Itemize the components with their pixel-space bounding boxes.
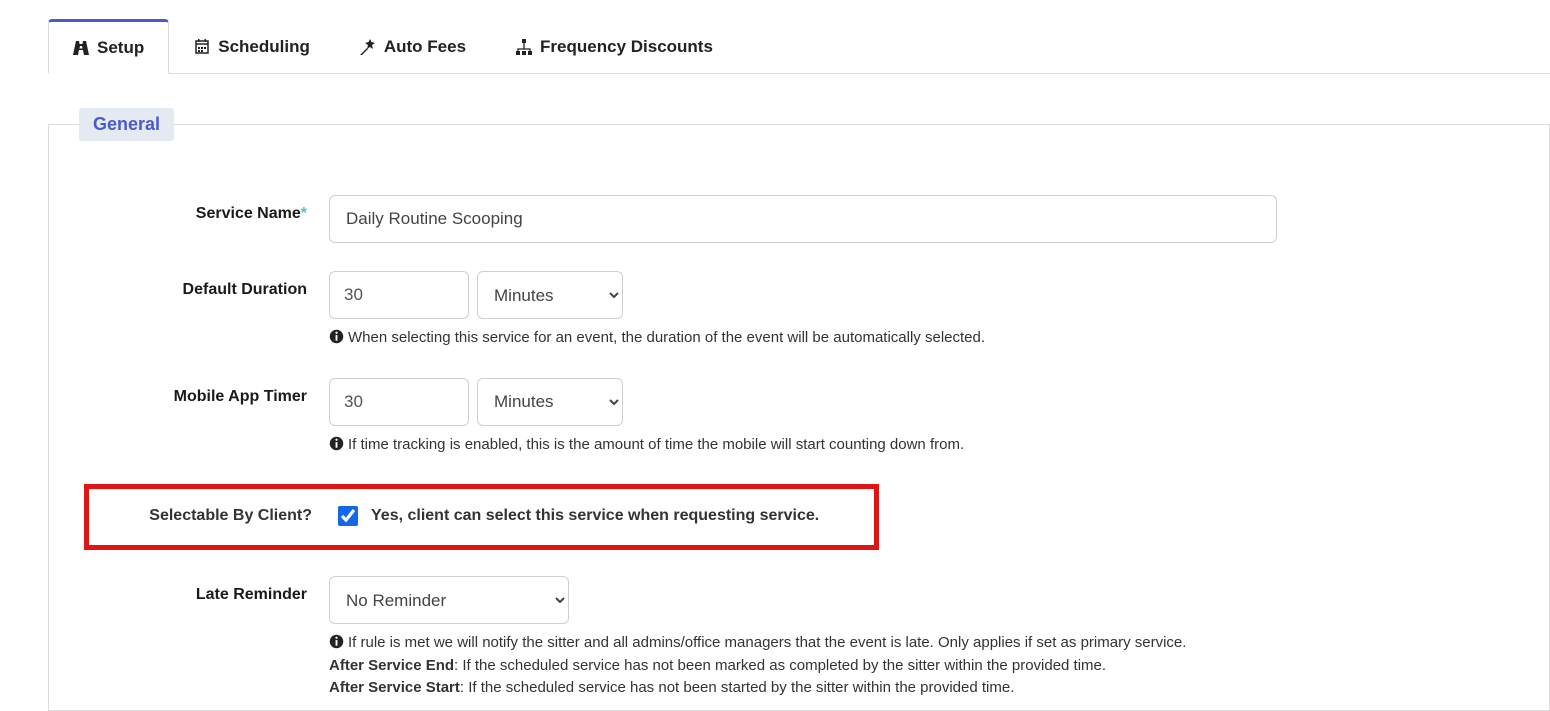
tab-auto-fees-label: Auto Fees (384, 37, 466, 57)
mobile-timer-value[interactable] (329, 378, 469, 426)
tab-scheduling-label: Scheduling (218, 37, 310, 57)
row-mobile-timer: Mobile App Timer Minutes If time trackin… (49, 378, 1549, 457)
helper-mobile-timer: If time tracking is enabled, this is the… (329, 434, 964, 457)
default-duration-value[interactable] (329, 271, 469, 319)
calendar-icon (194, 39, 210, 55)
required-asterisk: * (301, 205, 307, 222)
after-service-end-label: After Service End (329, 657, 454, 674)
mobile-timer-unit[interactable]: Minutes (477, 378, 623, 426)
tab-setup[interactable]: Setup (48, 19, 169, 74)
label-service-name: Service Name* (84, 195, 329, 223)
row-service-name: Service Name* (49, 195, 1549, 243)
wand-icon (360, 39, 376, 55)
label-selectable-by-client: Selectable By Client? (99, 507, 334, 525)
helper-late-reminder: If rule is met we will notify the sitter… (329, 632, 1186, 700)
helper-default-duration: When selecting this service for an event… (329, 327, 985, 350)
late-reminder-select[interactable]: No Reminder (329, 576, 569, 624)
section-general: General Service Name* Default Duration (49, 124, 1549, 710)
row-default-duration: Default Duration Minutes When selecting … (49, 271, 1549, 350)
setup-panel: General Service Name* Default Duration (48, 124, 1550, 711)
info-icon (329, 436, 344, 451)
default-duration-unit[interactable]: Minutes (477, 271, 623, 319)
service-name-input[interactable] (329, 195, 1277, 243)
info-icon (329, 329, 344, 344)
section-title: General (79, 108, 174, 141)
info-icon (329, 634, 344, 649)
row-late-reminder: Late Reminder No Reminder If rule is met… (49, 576, 1549, 700)
tab-auto-fees[interactable]: Auto Fees (335, 19, 491, 74)
label-mobile-timer: Mobile App Timer (84, 378, 329, 406)
tab-frequency-discounts[interactable]: Frequency Discounts (491, 19, 738, 74)
row-selectable-by-client: Selectable By Client? Yes, client can se… (84, 484, 879, 550)
tab-scheduling[interactable]: Scheduling (169, 19, 335, 74)
road-icon (73, 40, 89, 56)
label-default-duration: Default Duration (84, 271, 329, 299)
selectable-by-client-checkbox[interactable] (338, 506, 358, 526)
selectable-by-client-checkbox-label: Yes, client can select this service when… (371, 507, 819, 525)
tab-frequency-discounts-label: Frequency Discounts (540, 37, 713, 57)
label-late-reminder: Late Reminder (84, 576, 329, 604)
tab-setup-label: Setup (97, 38, 144, 58)
after-service-start-label: After Service Start (329, 679, 460, 696)
tabs-bar: Setup Scheduling Auto Fees Frequency Dis… (48, 18, 1550, 74)
sitemap-icon (516, 39, 532, 55)
